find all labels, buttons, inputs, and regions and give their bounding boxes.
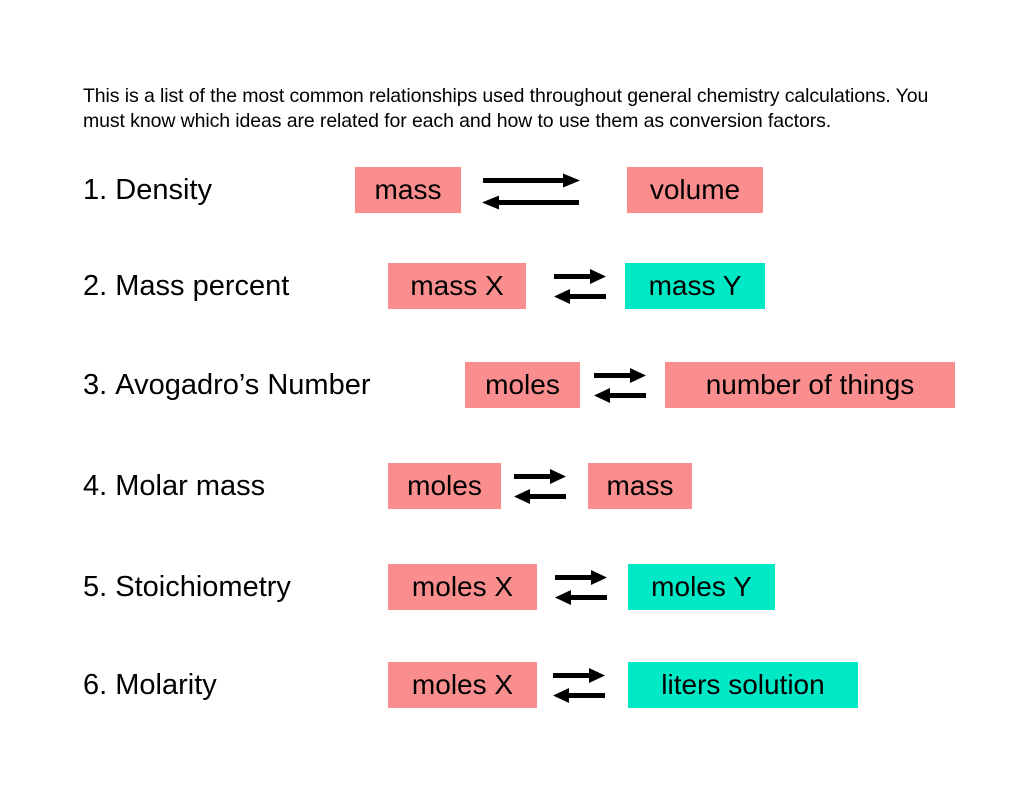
row-title: Mass percent	[115, 270, 290, 302]
slide-canvas: This is a list of the most common relati…	[0, 0, 1020, 788]
relationship-row: 1. Density mass volume	[0, 167, 1020, 227]
double-headed-equilibrium-arrows-icon	[552, 662, 606, 708]
row-number: 4.	[83, 470, 108, 502]
row-title: Molarity	[115, 669, 217, 701]
intro-paragraph: This is a list of the most common relati…	[83, 84, 929, 133]
term-chip-right: moles Y	[628, 564, 775, 610]
row-label: 3. Avogadro’s Number	[83, 362, 371, 408]
double-headed-equilibrium-arrows-icon	[481, 167, 581, 213]
term-chip-left: mass X	[388, 263, 526, 309]
relationship-row: 4. Molar mass moles mass	[0, 463, 1020, 523]
row-title: Molar mass	[115, 470, 266, 502]
relationship-row: 6. Molarity moles X liters solution	[0, 662, 1020, 722]
double-headed-equilibrium-arrows-icon	[553, 263, 607, 309]
term-chip-right: number of things	[665, 362, 955, 408]
row-title: Avogadro’s Number	[115, 369, 371, 401]
row-label: 6. Molarity	[83, 662, 217, 708]
double-headed-equilibrium-arrows-icon	[554, 564, 608, 610]
double-headed-equilibrium-arrows-icon	[513, 463, 567, 509]
row-title: Density	[115, 174, 212, 206]
row-number: 1.	[83, 174, 108, 206]
row-label: 2. Mass percent	[83, 263, 289, 309]
double-headed-equilibrium-arrows-icon	[593, 362, 647, 408]
row-title: Stoichiometry	[115, 571, 291, 603]
row-label: 5. Stoichiometry	[83, 564, 291, 610]
row-number: 5.	[83, 571, 108, 603]
term-chip-left: moles X	[388, 564, 537, 610]
term-chip-left: moles X	[388, 662, 537, 708]
term-chip-left: moles	[465, 362, 580, 408]
row-number: 3.	[83, 369, 108, 401]
relationship-row: 5. Stoichiometry moles X moles Y	[0, 564, 1020, 624]
term-chip-right: volume	[627, 167, 763, 213]
relationship-row: 3. Avogadro’s Number moles number of thi…	[0, 362, 1020, 422]
row-label: 4. Molar mass	[83, 463, 265, 509]
row-number: 6.	[83, 669, 108, 701]
term-chip-right: liters solution	[628, 662, 858, 708]
term-chip-right: mass Y	[625, 263, 765, 309]
relationship-row: 2. Mass percent mass X mass Y	[0, 263, 1020, 323]
term-chip-right: mass	[588, 463, 692, 509]
row-number: 2.	[83, 270, 108, 302]
row-label: 1. Density	[83, 167, 212, 213]
term-chip-left: moles	[388, 463, 501, 509]
term-chip-left: mass	[355, 167, 461, 213]
